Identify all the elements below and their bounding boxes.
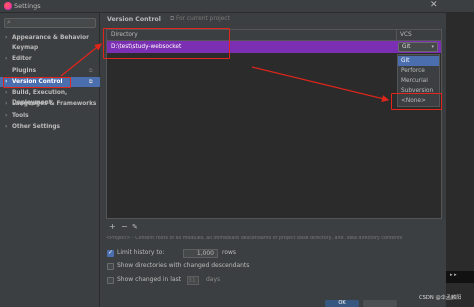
edit-icon[interactable]: ✎	[132, 222, 138, 232]
chevron-right-icon: ›	[5, 35, 8, 41]
chevron-right-icon: ›	[5, 56, 8, 62]
background-strip-icons: ▸ ▸	[450, 272, 457, 278]
page-subtitle: ⧉ For current project	[170, 16, 230, 23]
annotation-box-sidebar	[3, 77, 71, 88]
show-dirs-checkbox[interactable]	[107, 263, 114, 270]
sidebar-item-label: Appearance & Behavior	[12, 35, 89, 41]
page-subtitle-text: For current project	[175, 16, 230, 22]
remove-icon[interactable]: −	[121, 222, 128, 232]
chevron-right-icon: ›	[5, 113, 8, 119]
vcs-select-value: Git	[402, 44, 411, 50]
limit-history-checkbox[interactable]	[107, 249, 114, 257]
annotation-box-none	[391, 93, 442, 110]
annotation-box-directory	[103, 28, 230, 59]
page-title: Version Control	[107, 16, 161, 23]
project-scope-icon: ⧉	[89, 79, 93, 85]
sidebar-item-tools[interactable]: › Tools	[0, 111, 100, 121]
sidebar-item-languages[interactable]: › Languages & Frameworks	[0, 99, 100, 109]
vcs-option-git[interactable]: Git	[398, 56, 439, 66]
column-header-vcs[interactable]: VCS	[397, 30, 441, 41]
title-bar: Settings ✕	[0, 0, 474, 13]
sidebar-item-label: Other Settings	[12, 124, 60, 130]
vcs-option-mercurial[interactable]: Mercurial	[398, 76, 439, 86]
chevron-down-icon: ▾	[431, 44, 434, 50]
background-window: ▸ ▸	[446, 13, 474, 307]
sidebar-item-label: Tools	[12, 113, 29, 119]
sidebar-item-label: Editor	[12, 56, 32, 62]
chevron-right-icon: ›	[5, 101, 8, 107]
sidebar-item-label: Plugins	[12, 68, 37, 74]
project-hint: <Project> - Content roots of all modules…	[106, 236, 403, 241]
days-unit: days	[206, 276, 221, 283]
close-icon[interactable]: ✕	[430, 0, 438, 10]
project-scope-icon: ⧉	[89, 68, 93, 74]
app-icon	[4, 2, 12, 10]
limit-history-label: Limit history to:	[117, 249, 165, 256]
sidebar-item-label: Languages & Frameworks	[12, 101, 97, 107]
settings-sidebar: ⌕ › Appearance & Behavior Keymap › Edito…	[0, 13, 100, 307]
sidebar-item-plugins[interactable]: Plugins ⧉	[0, 66, 100, 76]
show-changed-checkbox[interactable]	[107, 277, 114, 284]
search-input[interactable]: ⌕	[4, 18, 96, 28]
sidebar-item-editor[interactable]: › Editor	[0, 54, 100, 64]
limit-history-unit: rows	[222, 249, 237, 256]
sidebar-item-keymap[interactable]: Keymap	[0, 43, 100, 53]
search-icon: ⌕	[7, 18, 11, 26]
vcs-option-perforce[interactable]: Perforce	[398, 66, 439, 76]
sidebar-item-other-settings[interactable]: › Other Settings	[0, 122, 100, 132]
chevron-right-icon: ›	[5, 90, 8, 96]
chevron-right-icon: ›	[5, 124, 8, 130]
cancel-button[interactable]	[363, 300, 397, 307]
sidebar-item-build[interactable]: › Build, Execution, Deployment	[0, 88, 100, 106]
show-dirs-label: Show directories with changed descendant…	[117, 262, 250, 269]
vcs-select[interactable]: Git ▾	[398, 42, 438, 52]
show-changed-label: Show changed in last	[117, 276, 182, 283]
sidebar-item-label: Keymap	[12, 45, 39, 51]
limit-history-input[interactable]: 1,000	[183, 249, 218, 258]
watermark: CSDN @伞孟麟阳	[419, 295, 462, 301]
show-changed-days-input[interactable]: 31	[187, 276, 199, 285]
sidebar-item-appearance[interactable]: › Appearance & Behavior	[0, 33, 100, 43]
window-title: Settings	[14, 2, 41, 10]
ok-button[interactable]: OK	[325, 300, 359, 307]
add-icon[interactable]: +	[109, 222, 116, 232]
